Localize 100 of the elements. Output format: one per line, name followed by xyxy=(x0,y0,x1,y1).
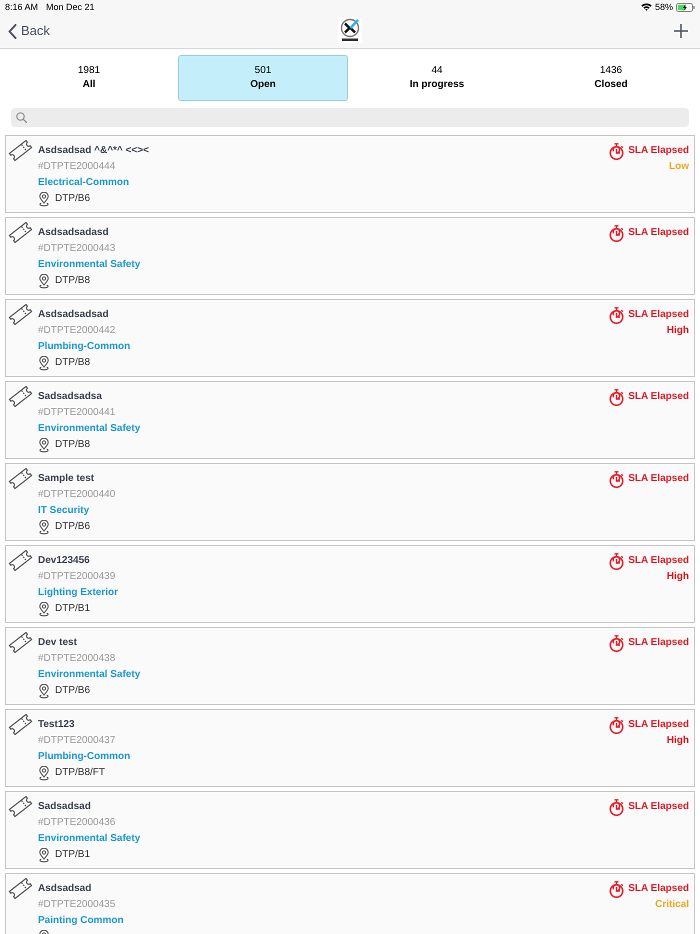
ticket-card[interactable]: Sadsadsadsa #DTPTE2000441 Environmental Safety DTP/B8 SLA Elapsed xyxy=(5,381,695,459)
sla-status: SLA Elapsed xyxy=(628,144,689,158)
stopwatch-icon xyxy=(609,716,624,734)
ticket-card[interactable]: Dev test #DTPTE2000438 Environmental Safety DTP/B6 SLA Elapsed xyxy=(5,627,695,705)
ticket-number: #DTPTE2000437 xyxy=(38,734,116,748)
chevron-left-icon xyxy=(8,24,17,38)
location-pin-icon xyxy=(38,356,50,370)
ticket-location: DTP/B8/FT xyxy=(55,766,106,780)
filter-tab[interactable]: 501 Open xyxy=(178,55,348,101)
ticket-category: Lighting Exterior xyxy=(38,586,118,600)
ticket-location: DTP/B1 xyxy=(55,848,90,862)
ticket-card[interactable]: Asdsadsad #DTPTE2000435 Painting Common SLA Elapsed Critical xyxy=(5,873,695,934)
sla-status: SLA Elapsed xyxy=(628,882,689,896)
ticket-title: Asdsadsad xyxy=(38,882,92,896)
battery-icon xyxy=(676,2,695,12)
sla-status: SLA Elapsed xyxy=(628,390,689,404)
stopwatch-icon xyxy=(609,634,624,652)
sla-status: SLA Elapsed xyxy=(628,226,689,240)
status-time: 8:16 AM xyxy=(5,1,38,13)
ticket-icon xyxy=(8,550,33,571)
stopwatch-icon xyxy=(609,880,624,898)
ticket-category: Environmental Safety xyxy=(38,258,140,272)
ticket-icon xyxy=(8,304,33,325)
ticket-category: Painting Common xyxy=(38,914,124,928)
back-button[interactable]: Back xyxy=(8,23,50,39)
ticket-card[interactable]: Sample test #DTPTE2000440 IT Security DTP/B6 SLA Elapsed xyxy=(5,463,695,541)
ticket-icon xyxy=(8,222,33,243)
ticket-icon xyxy=(8,796,33,817)
location-pin-icon xyxy=(38,848,50,862)
ticket-location: DTP/B6 xyxy=(55,684,90,698)
ticket-category: Environmental Safety xyxy=(38,668,140,682)
priority-label: Low xyxy=(669,160,689,174)
stopwatch-icon xyxy=(609,470,624,488)
ticket-number: #DTPTE2000438 xyxy=(38,652,116,666)
stopwatch-icon xyxy=(609,224,624,242)
ticket-icon xyxy=(8,714,33,735)
location-pin-icon xyxy=(38,766,50,780)
ticket-number: #DTPTE2000443 xyxy=(38,242,116,256)
battery-percentage: 58% xyxy=(654,1,673,13)
ticket-icon xyxy=(8,386,33,407)
ticket-card[interactable]: Asdsadsadasd #DTPTE2000443 Environmental Safety DTP/B8 SLA Elapsed xyxy=(5,217,695,295)
sla-status: SLA Elapsed xyxy=(628,800,689,814)
sla-status: SLA Elapsed xyxy=(628,718,689,732)
ticket-location: DTP/B8 xyxy=(55,356,90,370)
ticket-number: #DTPTE2000439 xyxy=(38,570,116,584)
ticket-title: Test123 xyxy=(38,718,75,732)
ticket-number: #DTPTE2000435 xyxy=(38,898,116,912)
ticket-category: Plumbing-Common xyxy=(38,750,130,764)
ticket-card[interactable]: Asdsadsadsad #DTPTE2000442 Plumbing-Common DTP/B8 SLA Elapsed High xyxy=(5,299,695,377)
ticket-title: Asdsadsad ^&^*^ <<>< xyxy=(38,144,149,158)
plus-icon xyxy=(674,24,688,38)
ticket-location: DTP/B6 xyxy=(55,520,90,534)
ticket-icon xyxy=(8,140,33,161)
ticket-category: Electrical-Common xyxy=(38,176,130,190)
ticket-category: Environmental Safety xyxy=(38,422,140,436)
ticket-category: IT Security xyxy=(38,504,90,518)
ticket-card[interactable]: Dev123456 #DTPTE2000439 Lighting Exterior DTP/B1 SLA Elapsed High xyxy=(5,545,695,623)
ticket-title: Asdsadsadasd xyxy=(38,226,109,240)
ticket-title: Asdsadsadsad xyxy=(38,308,109,322)
location-pin-icon xyxy=(38,684,50,698)
ticket-icon xyxy=(8,468,33,489)
ticket-number: #DTPTE2000440 xyxy=(38,488,116,502)
sla-status: SLA Elapsed xyxy=(628,308,689,322)
stopwatch-icon xyxy=(609,142,624,160)
ticket-card[interactable]: Sadsadsad #DTPTE2000436 Environmental Safety DTP/B1 SLA Elapsed xyxy=(5,791,695,869)
ticket-category: Environmental Safety xyxy=(38,832,140,846)
ticket-icon xyxy=(8,632,33,653)
search-icon xyxy=(16,112,27,123)
ticket-icon xyxy=(8,878,33,899)
location-pin-icon xyxy=(38,192,50,206)
ticket-card[interactable]: Test123 #DTPTE2000437 Plumbing-Common DTP/B8/FT SLA Elapsed High xyxy=(5,709,695,787)
priority-label: High xyxy=(666,570,689,584)
ticket-location: DTP/B1 xyxy=(55,602,90,616)
ticket-card[interactable]: Asdsadsad ^&^*^ <<>< #DTPTE2000444 Electrical-Common DTP/B6 SLA Elapsed Low xyxy=(5,135,695,213)
logo-icon xyxy=(338,17,362,43)
priority-label: High xyxy=(666,734,689,748)
ticket-title: Sample test xyxy=(38,472,94,486)
ticket-title: Dev test xyxy=(38,636,77,650)
ticket-number: #DTPTE2000444 xyxy=(38,160,116,174)
ticket-category: Plumbing-Common xyxy=(38,340,130,354)
location-pin-icon xyxy=(38,520,50,534)
stopwatch-icon xyxy=(609,388,624,406)
location-pin-icon xyxy=(38,438,50,452)
stopwatch-icon xyxy=(609,552,624,570)
location-pin-icon xyxy=(38,274,50,288)
ticket-location: DTP/B8 xyxy=(55,438,90,452)
ticket-title: Sadsadsad xyxy=(38,800,91,814)
status-date: Mon Dec 21 xyxy=(46,1,95,13)
stopwatch-icon xyxy=(609,306,624,324)
search-field[interactable] xyxy=(11,108,689,127)
priority-label: High xyxy=(666,324,689,338)
sla-status: SLA Elapsed xyxy=(628,472,689,486)
ticket-location: DTP/B6 xyxy=(55,192,90,206)
priority-label: Critical xyxy=(655,898,689,912)
ticket-location: DTP/B8 xyxy=(55,274,90,288)
ticket-number: #DTPTE2000442 xyxy=(38,324,116,338)
ticket-number: #DTPTE2000436 xyxy=(38,816,116,830)
location-pin-icon xyxy=(38,602,50,616)
ticket-title: Sadsadsadsa xyxy=(38,390,102,404)
ticket-title: Dev123456 xyxy=(38,554,90,568)
